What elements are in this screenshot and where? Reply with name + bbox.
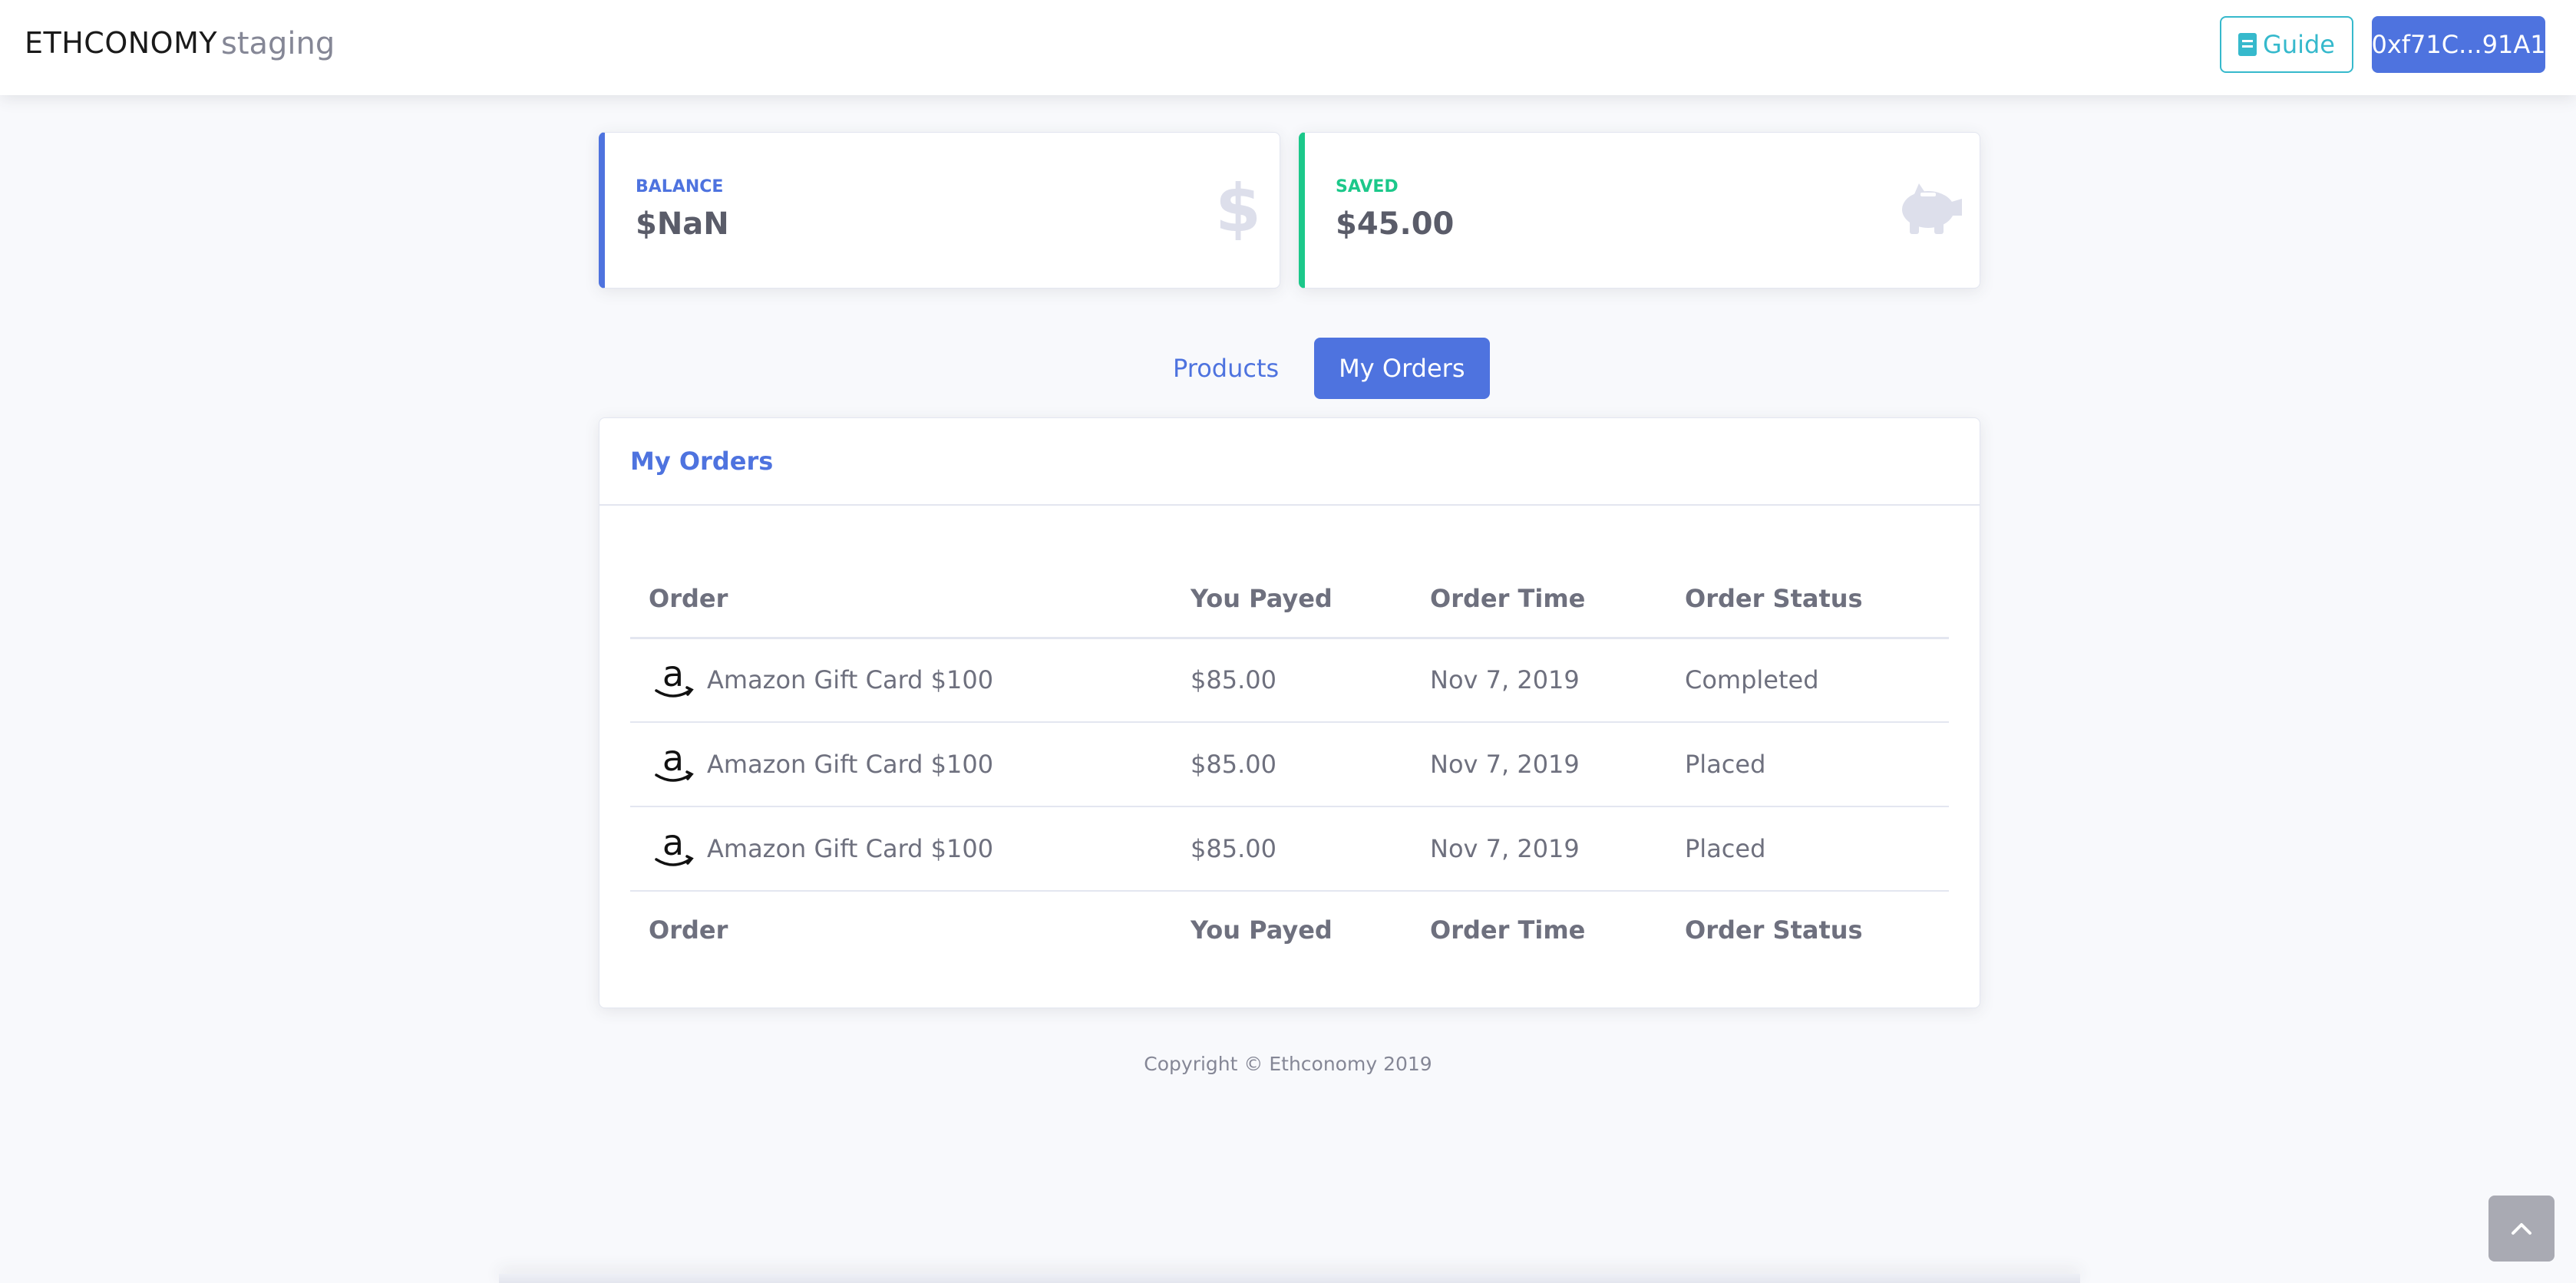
orders-table: Order You Payed Order Time Order Status … — [630, 561, 1949, 968]
paid-cell: $85.00 — [1172, 638, 1412, 723]
balance-value: $NaN — [636, 206, 729, 242]
order-cell: a Amazon Gift Card $100 — [630, 806, 1172, 892]
time-cell: Nov 7, 2019 — [1412, 638, 1666, 723]
orders-title: My Orders — [630, 447, 774, 476]
svg-text:a: a — [662, 740, 684, 779]
amazon-logo-icon: a — [655, 824, 694, 866]
tab-my-orders[interactable]: My Orders — [1314, 338, 1490, 399]
svg-text:a: a — [662, 824, 684, 863]
order-cell: a Amazon Gift Card $100 — [630, 638, 1172, 723]
table-header-row: Order You Payed Order Time Order Status — [630, 561, 1949, 639]
paid-cell: $85.00 — [1172, 806, 1412, 892]
order-name: Amazon Gift Card $100 — [707, 665, 994, 695]
top-navbar: ETHCONOMY staging Guide 0xf71C...91A1 — [0, 0, 2576, 95]
column-header-paid[interactable]: You Payed — [1172, 561, 1412, 639]
order-name: Amazon Gift Card $100 — [707, 834, 994, 863]
svg-text:$: $ — [1219, 176, 1257, 240]
svg-text:a: a — [662, 655, 684, 694]
saved-card: SAVED $45.00 — [1299, 132, 1980, 289]
table-row[interactable]: a Amazon Gift Card $100 $85.00 Nov 7, 20… — [630, 806, 1949, 892]
guide-button[interactable]: Guide — [2220, 16, 2353, 73]
book-icon — [2238, 33, 2257, 56]
saved-label: SAVED — [1336, 177, 1399, 196]
order-name: Amazon Gift Card $100 — [707, 750, 994, 779]
status-cell: Placed — [1666, 722, 1949, 807]
copyright-footer: Copyright © Ethconomy 2019 — [1144, 1053, 1432, 1075]
view-tabs: Products My Orders — [1148, 338, 1490, 399]
time-cell: Nov 7, 2019 — [1412, 722, 1666, 807]
tab-products[interactable]: Products — [1148, 338, 1303, 399]
table-row[interactable]: a Amazon Gift Card $100 $85.00 Nov 7, 20… — [630, 638, 1949, 723]
table-footer-row: Order You Payed Order Time Order Status — [630, 891, 1949, 968]
guide-button-label: Guide — [2263, 30, 2335, 59]
amazon-logo-icon: a — [655, 655, 694, 698]
column-footer-order[interactable]: Order — [630, 891, 1172, 968]
column-header-time[interactable]: Order Time — [1412, 561, 1666, 639]
piggy-bank-icon — [1902, 183, 1962, 234]
orders-card-header: My Orders — [599, 418, 1980, 506]
status-cell: Completed — [1666, 638, 1949, 723]
brand-logo[interactable]: ETHCONOMY — [25, 26, 217, 60]
scroll-to-top-button[interactable] — [2488, 1196, 2555, 1262]
table-row[interactable]: a Amazon Gift Card $100 $85.00 Nov 7, 20… — [630, 722, 1949, 807]
saved-value: $45.00 — [1336, 206, 1455, 242]
column-footer-time[interactable]: Order Time — [1412, 891, 1666, 968]
bottom-panel-edge — [499, 1274, 2080, 1283]
balance-label: BALANCE — [636, 177, 724, 196]
column-header-status[interactable]: Order Status — [1666, 561, 1949, 639]
paid-cell: $85.00 — [1172, 722, 1412, 807]
time-cell: Nov 7, 2019 — [1412, 806, 1666, 892]
dollar-icon: $ — [1219, 176, 1257, 240]
column-footer-paid[interactable]: You Payed — [1172, 891, 1412, 968]
order-cell: a Amazon Gift Card $100 — [630, 722, 1172, 807]
balance-card: BALANCE $NaN $ — [599, 132, 1280, 289]
environment-label: staging — [221, 26, 335, 61]
wallet-address-button[interactable]: 0xf71C...91A1 — [2371, 16, 2546, 73]
column-footer-status[interactable]: Order Status — [1666, 891, 1949, 968]
chevron-up-icon — [2512, 1223, 2531, 1235]
orders-card: My Orders Order You Payed Order Time Ord… — [599, 417, 1980, 1008]
amazon-logo-icon: a — [655, 740, 694, 782]
status-cell: Placed — [1666, 806, 1949, 892]
column-header-order[interactable]: Order — [630, 561, 1172, 639]
